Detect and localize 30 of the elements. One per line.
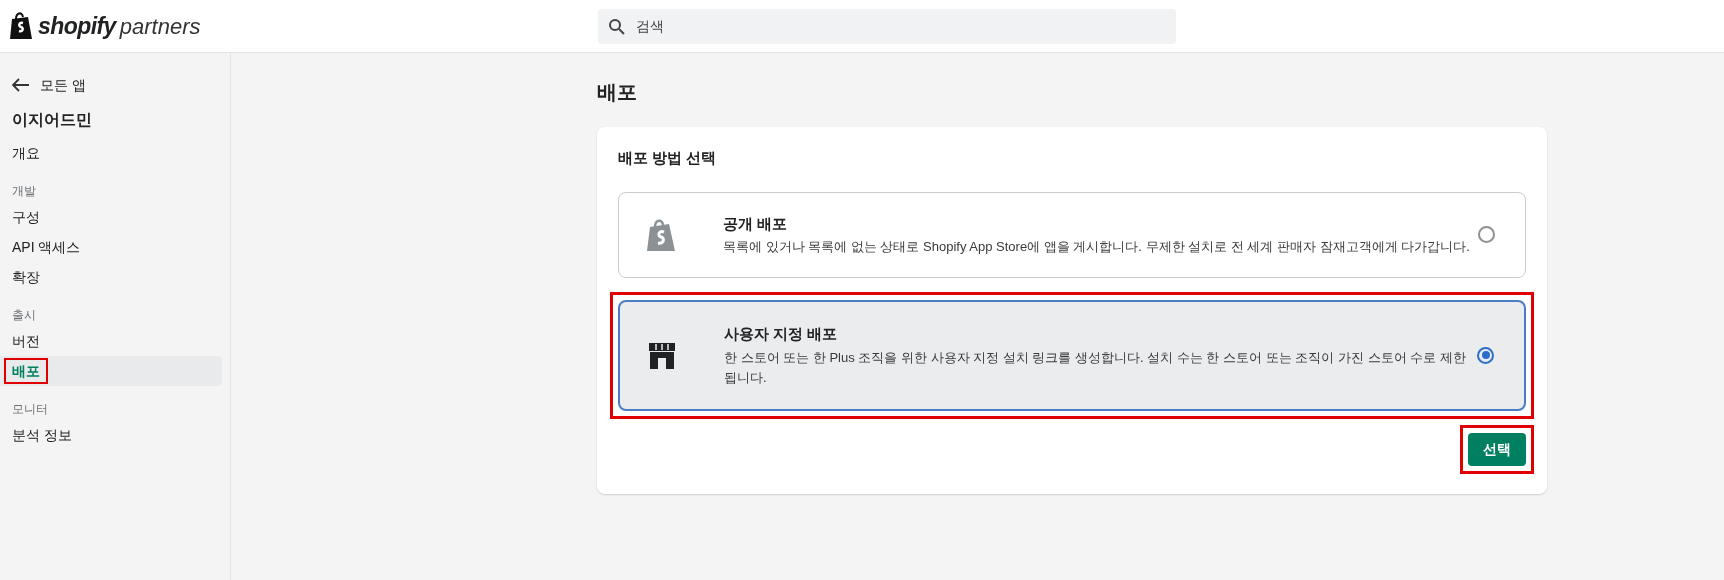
back-link[interactable]: 모든 앱	[0, 70, 86, 100]
sidebar-item[interactable]: 버전	[12, 331, 40, 351]
search-field[interactable]: 검색	[598, 8, 1176, 44]
search-icon	[608, 17, 626, 36]
sidebar-item[interactable]: 분석 정보	[12, 425, 72, 445]
back-arrow-icon	[12, 78, 30, 92]
option-title: 공개 배포	[723, 213, 788, 234]
logo-text: shopify	[38, 11, 116, 41]
shopping-bag-icon	[645, 216, 677, 253]
select-button[interactable]: 선택	[1468, 432, 1526, 466]
option-card[interactable]: 공개 배포 목록에 있거나 목록에 없는 상태로 Shopify App Store에 앱을 게시합니다. 무제한 설치로 전 세계 판매자 잠재고객에게 다가갑니다.	[618, 191, 1526, 278]
sidebar-item[interactable]: 확장	[12, 267, 40, 287]
radio-button[interactable]	[1477, 346, 1494, 364]
app-name: 이지어드민	[11, 110, 92, 130]
logo-text: partners	[119, 12, 201, 41]
option-description: 한 스토어 또는 한 Plus 조직을 위한 사용자 지정 설치 링크를 생성합니다. 설치 수는 한 스토어 또는 조직이 가진 스토어 수로 제한됩니다.	[724, 348, 1467, 387]
sidebar-item[interactable]: 구성	[12, 207, 40, 227]
shopping-bag-logo-icon	[8, 11, 34, 41]
option-description: 목록에 있거나 목록에 없는 상태로 Shopify App Store에 앱을 게시합니다. 무제한 설치로 전 세계 판매자 잠재고객에게 다가갑니다.	[723, 238, 1471, 256]
sidebar-item[interactable]: API 액세스	[12, 237, 81, 257]
section-heading: 개발	[11, 183, 36, 200]
section-heading: 모니터	[11, 401, 48, 418]
sidebar-item[interactable]: 배포	[12, 361, 40, 381]
card-title: 배포 방법 선택	[618, 148, 717, 168]
section-heading: 출시	[11, 307, 36, 324]
option-card[interactable]: 사용자 지정 배포 한 스토어 또는 한 Plus 조직을 위한 사용자 지정 설치 링크를 생성합니다. 설치 수는 한 스토어 또는 조직이 가진 스토어 수로 제한됩니다.	[618, 300, 1526, 411]
option-title: 사용자 지정 배포	[724, 324, 838, 344]
radio-button[interactable]	[1478, 226, 1495, 244]
sidebar-item[interactable]: 개요	[12, 143, 40, 163]
page-title: 배포	[597, 80, 637, 105]
